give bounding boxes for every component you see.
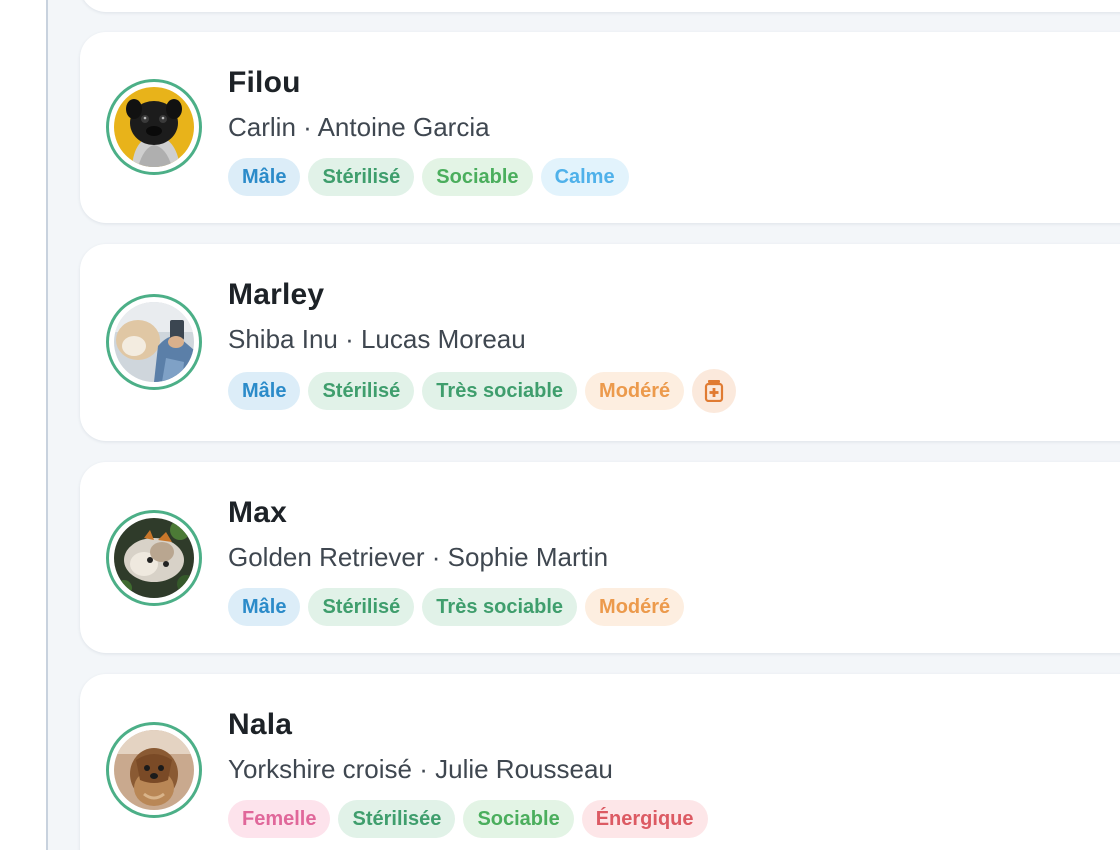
pet-avatar-ring [106, 79, 202, 175]
tag-sex: Mâle [228, 372, 301, 410]
pet-avatar-ring [106, 510, 202, 606]
pet-avatar-ring [106, 722, 202, 818]
tag-energy: Modéré [585, 588, 685, 626]
pet-list: Filou Carlin · Antoine Garcia Mâle Stéri… [48, 0, 1120, 850]
pet-tags: Mâle Stérilisé Très sociable Modéré [228, 588, 685, 626]
tag-energy: Calme [540, 158, 629, 196]
pet-card-max[interactable]: Max Golden Retriever · Sophie Martin Mâl… [80, 462, 1120, 653]
tag-sex: Mâle [228, 158, 301, 196]
tag-sex: Femelle [228, 800, 331, 838]
tag-energy: Modéré [585, 372, 685, 410]
pet-tags: Mâle Stérilisé Sociable Calme [228, 158, 629, 196]
tag-sterilized: Stérilisé [308, 158, 415, 196]
tag-sex: Mâle [228, 588, 301, 626]
tag-sterilized: Stérilisé [308, 588, 415, 626]
pet-tags: Mâle Stérilisé Très sociable Modéré [228, 369, 737, 413]
pet-name: Max [228, 496, 287, 529]
pet-tags: Femelle Stérilisée Sociable Énergique [228, 800, 708, 838]
tag-sterilized: Stérilisé [308, 372, 415, 410]
pet-name: Nala [228, 708, 293, 741]
pet-avatar-filou [114, 87, 194, 167]
pet-avatar-nala [114, 730, 194, 810]
tag-sociability: Très sociable [422, 372, 578, 410]
pet-breed-owner: Carlin · Antoine Garcia [228, 112, 490, 142]
pet-card-filou[interactable]: Filou Carlin · Antoine Garcia Mâle Stéri… [80, 32, 1120, 223]
tag-sterilized: Stérilisée [338, 800, 456, 838]
tag-sociability: Sociable [463, 800, 574, 838]
pet-card-nala[interactable]: Nala Yorkshire croisé · Julie Rousseau F… [80, 674, 1120, 850]
pet-card-previous[interactable] [80, 0, 1120, 12]
pet-name: Filou [228, 66, 301, 99]
pet-avatar-marley [114, 302, 194, 382]
pet-name: Marley [228, 278, 325, 311]
medicine-icon[interactable] [692, 369, 737, 413]
tag-energy: Énergique [581, 800, 708, 838]
pet-avatar-ring [106, 294, 202, 390]
pet-avatar-max [114, 518, 194, 598]
tag-sociability: Sociable [422, 158, 533, 196]
pet-breed-owner: Yorkshire croisé · Julie Rousseau [228, 754, 613, 784]
pet-card-marley[interactable]: Marley Shiba Inu · Lucas Moreau Mâle Sté… [80, 244, 1120, 441]
tag-sociability: Très sociable [422, 588, 578, 626]
pet-breed-owner: Golden Retriever · Sophie Martin [228, 542, 609, 572]
left-pane [0, 0, 46, 850]
pet-breed-owner: Shiba Inu · Lucas Moreau [228, 324, 526, 354]
